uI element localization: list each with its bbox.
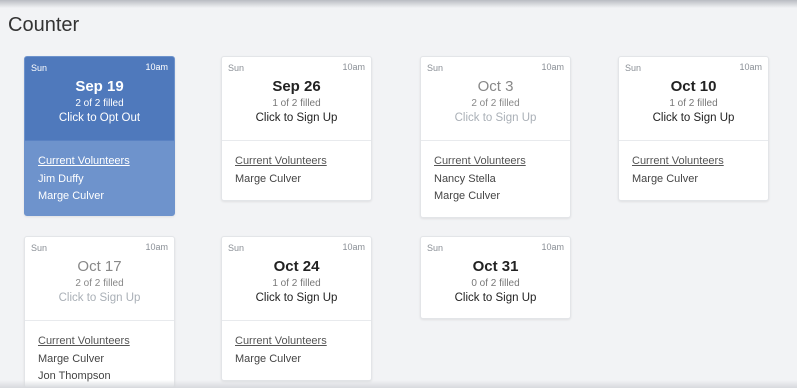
slot-day: Sun [31, 63, 48, 73]
slot-header: Sun 10am Oct 17 2 of 2 filled Click to S… [25, 237, 174, 320]
slot-time: 10am [342, 242, 365, 252]
slot-time: 10am [739, 62, 762, 72]
slot-date: Oct 10 [670, 78, 717, 95]
slot-header: Sun 10am Sep 19 2 of 2 filled Click to O… [25, 57, 174, 140]
slot-filled-count: 0 of 2 filled [471, 278, 520, 289]
slot-header: Sun 10am Oct 10 1 of 2 filled Click to S… [619, 57, 768, 140]
slot-time: 10am [541, 242, 564, 252]
sign-up-button[interactable]: Click to Sign Up [222, 292, 371, 304]
slot-date: Oct 24 [273, 258, 320, 275]
slot-date: Sep 26 [272, 78, 321, 95]
volunteer-name: Marge Culver [434, 190, 501, 202]
slot-header: Sun 10am Oct 31 0 of 2 filled Click to S… [421, 237, 570, 318]
sign-up-button[interactable]: Click to Sign Up [421, 112, 570, 124]
current-volunteers-link[interactable]: Current Volunteers [434, 153, 570, 171]
slot-date: Oct 3 [477, 78, 514, 95]
slot-time: 10am [145, 242, 168, 252]
volunteer-name: Marge Culver [632, 172, 699, 185]
volunteers-section: Current Volunteers Jim Duffy Marge Culver [25, 140, 174, 212]
slot-time: 10am [342, 62, 365, 72]
slot-filled-count: 2 of 2 filled [471, 98, 520, 109]
slot-card: Sun 10am Sep 19 2 of 2 filled Click to O… [24, 56, 175, 216]
volunteer-name: Marge Culver [38, 190, 105, 202]
slot-header: Sun 10am Oct 3 2 of 2 filled Click to Si… [421, 57, 570, 140]
slot-filled-count: 1 of 2 filled [669, 98, 718, 109]
slot-day: Sun [31, 243, 48, 253]
slot-date: Oct 17 [77, 258, 122, 275]
volunteer-name: Nancy Stella [434, 172, 496, 185]
current-volunteers-link[interactable]: Current Volunteers [38, 153, 174, 171]
volunteers-section: Current Volunteers Marge Culver [222, 140, 371, 194]
slot-time: 10am [145, 62, 168, 72]
sign-up-button[interactable]: Click to Sign Up [222, 112, 371, 124]
slot-card: Sun 10am Oct 10 1 of 2 filled Click to S… [618, 56, 769, 201]
sign-up-button[interactable]: Click to Sign Up [619, 112, 768, 124]
slot-filled-count: 1 of 2 filled [272, 98, 321, 109]
slot-date: Sep 19 [75, 78, 124, 95]
slot-day: Sun [427, 63, 444, 73]
slot-header: Sun 10am Sep 26 1 of 2 filled Click to S… [222, 57, 371, 140]
current-volunteers-link[interactable]: Current Volunteers [38, 333, 174, 351]
volunteers-section: Current Volunteers Marge Culver [222, 320, 371, 374]
opt-out-button[interactable]: Click to Opt Out [25, 112, 174, 124]
volunteers-section: Current Volunteers Marge Culver [619, 140, 768, 194]
sign-up-button[interactable]: Click to Sign Up [25, 292, 174, 304]
slot-filled-count: 2 of 2 filled [75, 278, 124, 289]
volunteer-name: Jim Duffy [38, 172, 84, 185]
slot-card: Sun 10am Oct 17 2 of 2 filled Click to S… [24, 236, 175, 388]
slot-day: Sun [228, 243, 245, 253]
slot-card: Sun 10am Oct 24 1 of 2 filled Click to S… [221, 236, 372, 381]
slot-card: Sun 10am Oct 31 0 of 2 filled Click to S… [420, 236, 571, 319]
slot-filled-count: 2 of 2 filled [75, 98, 124, 109]
section-title: Counter [8, 14, 80, 36]
slot-filled-count: 1 of 2 filled [272, 278, 321, 289]
volunteer-name: Marge Culver [38, 352, 105, 365]
slot-day: Sun [228, 63, 245, 73]
slot-header: Sun 10am Oct 24 1 of 2 filled Click to S… [222, 237, 371, 320]
slot-date: Oct 31 [472, 258, 519, 275]
volunteer-name: Marge Culver [235, 172, 302, 185]
volunteer-name: Marge Culver [235, 352, 302, 365]
current-volunteers-link[interactable]: Current Volunteers [235, 333, 371, 351]
top-shadow [0, 0, 797, 8]
volunteers-section: Current Volunteers Nancy Stella Marge Cul… [421, 140, 570, 212]
sign-up-button[interactable]: Click to Sign Up [421, 292, 570, 304]
bottom-fade [0, 380, 797, 388]
volunteers-section: Current Volunteers Marge Culver Jon Thomp… [25, 320, 174, 387]
slot-card: Sun 10am Oct 3 2 of 2 filled Click to Si… [420, 56, 571, 218]
slot-time: 10am [541, 62, 564, 72]
slot-card: Sun 10am Sep 26 1 of 2 filled Click to S… [221, 56, 372, 201]
slot-day: Sun [427, 243, 444, 253]
slot-day: Sun [625, 63, 642, 73]
current-volunteers-link[interactable]: Current Volunteers [632, 153, 768, 171]
current-volunteers-link[interactable]: Current Volunteers [235, 153, 371, 171]
